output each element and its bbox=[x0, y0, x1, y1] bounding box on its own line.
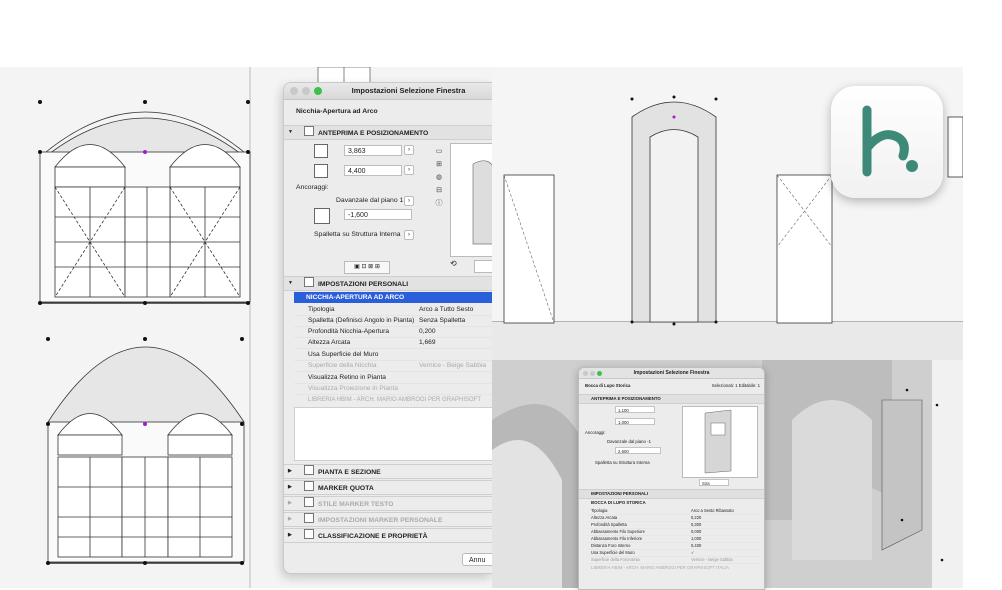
window-settings-dialog: Impostazioni Selezione Finestra Nicchia-… bbox=[283, 82, 493, 574]
zoom-button-2[interactable] bbox=[597, 371, 602, 376]
dialog2-library-note: LIBRERIA HBIM - ARCH. MARIO AMBROGI PER … bbox=[591, 565, 729, 570]
minimize-button[interactable] bbox=[302, 87, 310, 95]
dialog2-sill-field[interactable]: 2,600 bbox=[615, 447, 661, 454]
preview-mode-icons[interactable]: ▭ ⊞ ◍ ⊟ ⓘ bbox=[434, 145, 444, 209]
dialog2-title: Impostazioni Selezione Finestra bbox=[579, 368, 764, 379]
section-classification-header[interactable]: ▶ CLASSIFICAZIONE E PROPRIETÀ bbox=[284, 528, 493, 543]
niche-preview-image bbox=[472, 160, 493, 245]
dialog2-anchors-label: Ancoraggi: bbox=[585, 430, 606, 435]
sill-arrow-button[interactable]: › bbox=[404, 196, 414, 206]
minimize-button-2[interactable] bbox=[590, 371, 595, 376]
section-plan-header[interactable]: ▶ PIANTA E SEZIONE bbox=[284, 464, 493, 479]
library-note: LIBRERIA HBIM - ARCH. MARIO AMBROGI PER … bbox=[308, 397, 482, 403]
dialog2-width-field[interactable]: 1,100 bbox=[615, 406, 655, 413]
dialog2-preview-header[interactable]: ANTEPRIMA E POSIZIONAMENTO bbox=[579, 394, 764, 404]
rotate-icon[interactable]: ⟲ bbox=[450, 259, 472, 273]
dialog2-side-select[interactable]: Sira bbox=[699, 479, 729, 486]
dialog2-param-row: Superficie della Foronomia Vernice - Beig… bbox=[587, 556, 760, 564]
logo-h-icon bbox=[862, 105, 918, 177]
width-arrow-button[interactable]: › bbox=[404, 145, 414, 155]
dialog2-sill-select[interactable]: Davanzale dal piano -1 bbox=[607, 439, 651, 444]
height-field[interactable]: 4,400 bbox=[344, 165, 402, 176]
marker-testo-icon bbox=[304, 497, 314, 507]
angle-field[interactable] bbox=[474, 260, 493, 273]
section-marker-testo-header: ▶ STILE MARKER TESTO bbox=[284, 496, 493, 511]
height-icon bbox=[314, 164, 328, 178]
bocca-di-lupo-preview bbox=[704, 409, 732, 474]
marker-quota-icon bbox=[304, 481, 314, 491]
sill-icon bbox=[314, 208, 330, 224]
app-logo bbox=[831, 86, 943, 198]
width-field[interactable]: 3,863 bbox=[344, 145, 402, 156]
close-button[interactable] bbox=[290, 87, 298, 95]
width-icon bbox=[314, 144, 328, 158]
zoom-button[interactable] bbox=[314, 87, 322, 95]
dialog2-preview-pane bbox=[682, 406, 758, 478]
classification-icon bbox=[304, 529, 314, 539]
dialog2-personal-header[interactable]: IMPOSTAZIONI PERSONALI bbox=[579, 489, 764, 499]
preview-pane bbox=[450, 143, 493, 257]
close-button-2[interactable] bbox=[583, 371, 588, 376]
reveal-select[interactable]: Spalletta su Struttura Interna bbox=[314, 231, 401, 238]
param-row[interactable]: Altezza Arcata 1,669 bbox=[294, 337, 493, 349]
sill-select[interactable]: Davanzale dal piano 1 bbox=[336, 197, 403, 204]
param-row: Visualizza Proiezione in Pianta bbox=[294, 383, 493, 395]
object-name: Nicchia-Apertura ad Arco bbox=[296, 108, 378, 115]
personal-icon bbox=[304, 277, 314, 287]
dialog2-selected-param[interactable]: BOCCA DI LUPO STORICA bbox=[591, 500, 646, 505]
window-settings-dialog-2: Impostazioni Selezione Finestra Bocca di… bbox=[578, 367, 765, 590]
dialog2-height-field[interactable]: 1,000 bbox=[615, 418, 655, 425]
sill-field[interactable]: -1,600 bbox=[344, 209, 412, 220]
selected-param-row[interactable]: NICCHIA-APERTURA AD ARCO bbox=[294, 292, 493, 303]
dialog2-reveal-select[interactable]: Spalletta su Struttura Interna bbox=[595, 460, 650, 465]
height-arrow-button[interactable]: › bbox=[404, 165, 414, 175]
section-preview-header[interactable]: ▼ ANTEPRIMA E POSIZIONAMENTO bbox=[284, 125, 493, 140]
section-personal-header[interactable]: ▼ IMPOSTAZIONI PERSONALI bbox=[284, 276, 493, 291]
description-area bbox=[294, 407, 493, 461]
reveal-arrow-button[interactable]: › bbox=[404, 230, 414, 240]
dialog2-selection-info: Selezionati: 1 Editabile: 1 bbox=[711, 383, 760, 388]
preview-icon bbox=[304, 126, 314, 136]
marker-personale-icon bbox=[304, 513, 314, 523]
view-mode-icons[interactable]: ▣ ⊡ ⊠ ⊞ bbox=[344, 261, 390, 274]
section-marker-personale-header: ▶ IMPOSTAZIONI MARKER PERSONALE bbox=[284, 512, 493, 527]
cancel-button[interactable]: Annu bbox=[462, 553, 493, 566]
dialog2-object-name: Bocca di Lupo Storica bbox=[585, 383, 631, 388]
param-row: Superficie della Nicchia Vernice - Beige … bbox=[294, 360, 493, 372]
anchors-label: Ancoraggi: bbox=[296, 184, 329, 191]
section-marker-quota-header[interactable]: ▶ MARKER QUOTA bbox=[284, 480, 493, 495]
plan-icon bbox=[304, 465, 314, 475]
